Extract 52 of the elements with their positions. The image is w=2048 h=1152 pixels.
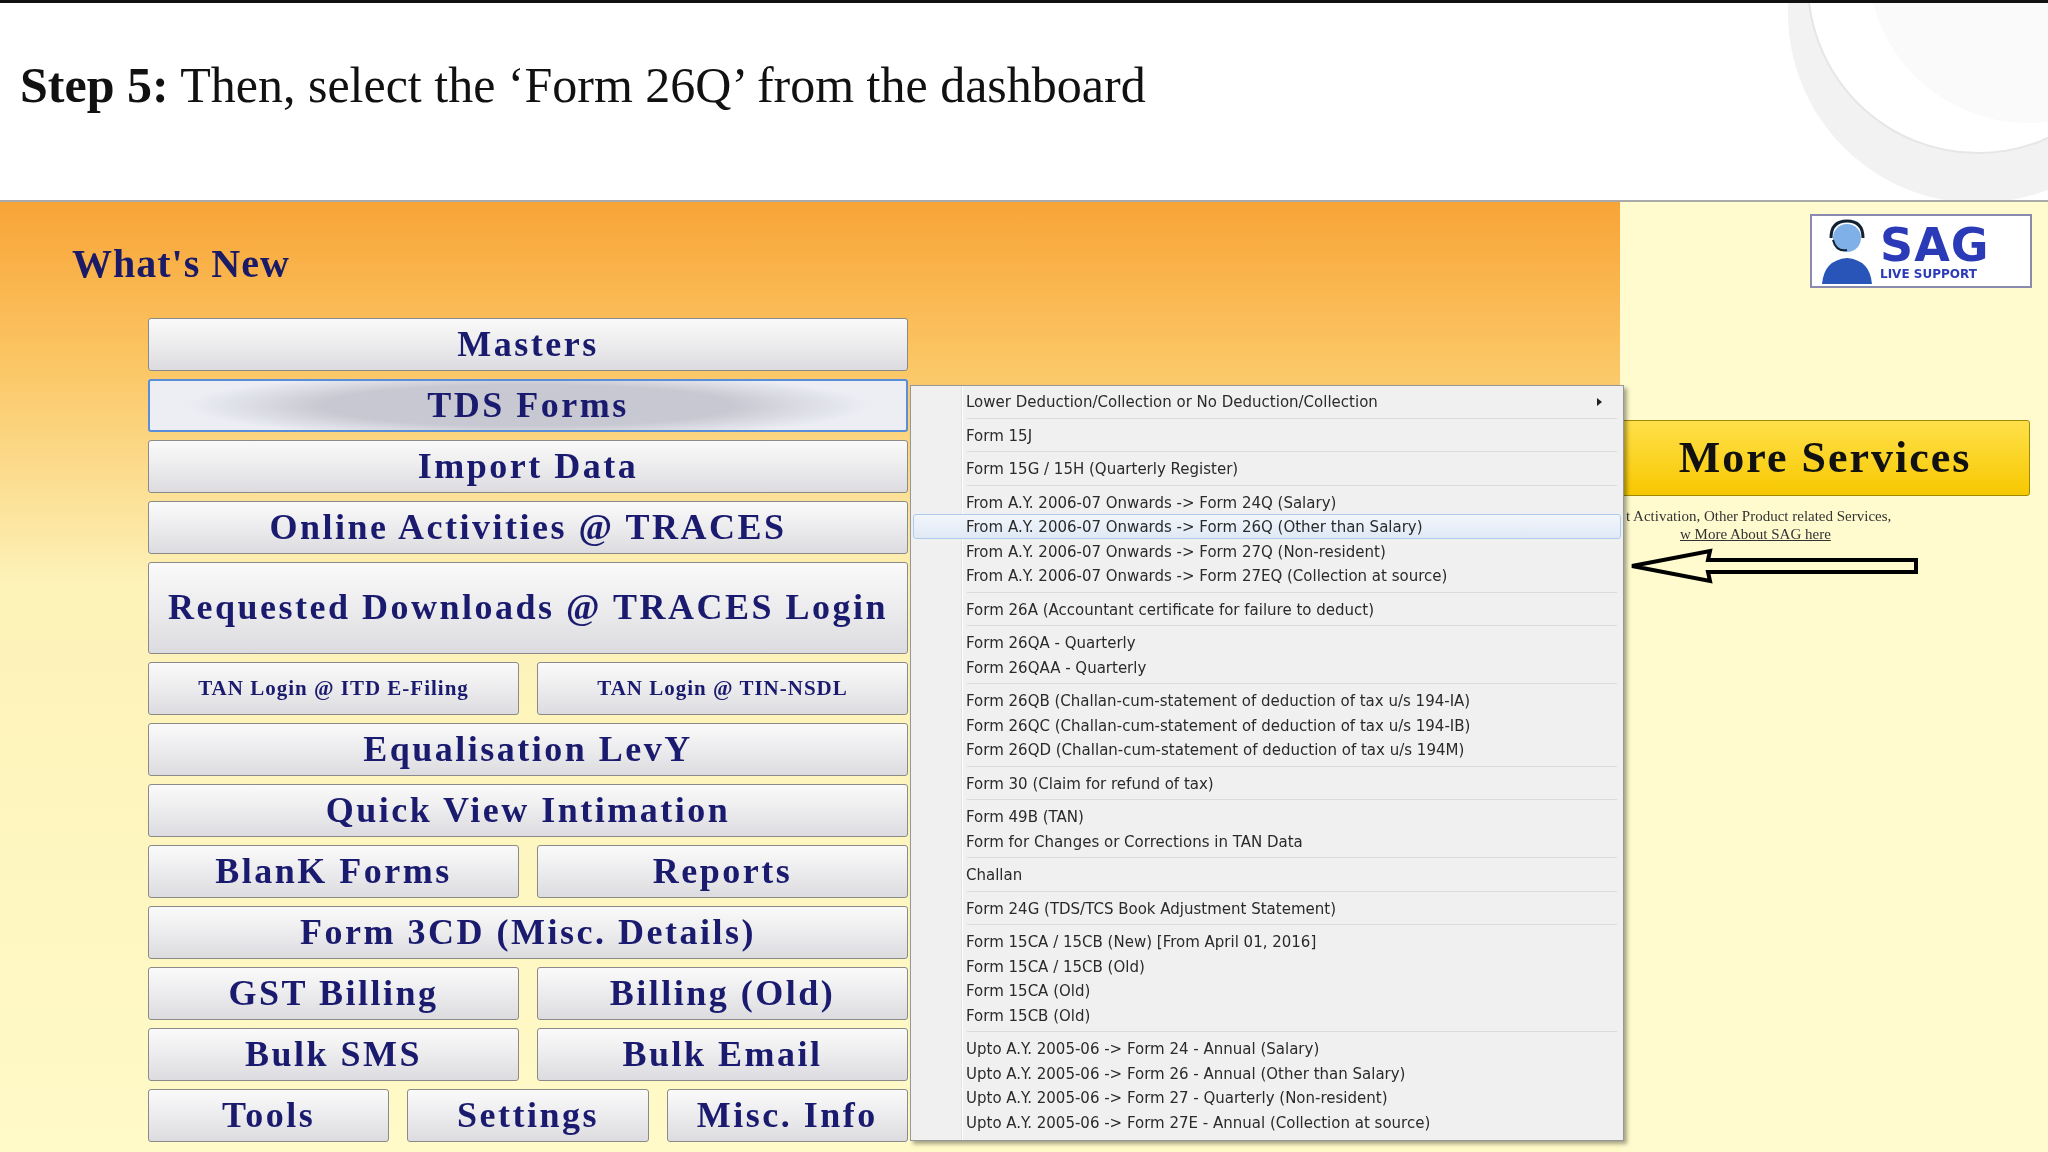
menu-item[interactable]: Upto A.Y. 2005-06 -> Form 27E - Annual (Collection at source) — [913, 1109, 1621, 1134]
menu-button[interactable]: Quick View Intimation — [148, 784, 908, 837]
menu-button[interactable]: Reports — [537, 845, 908, 898]
menu-button[interactable]: Settings — [407, 1089, 649, 1142]
menu-item[interactable]: Upto A.Y. 2005-06 -> Form 24 - Annual (Salary) — [913, 1036, 1621, 1061]
menu-button[interactable]: BlanK Forms — [148, 845, 519, 898]
menu-item[interactable]: Form 30 (Claim for refund of tax) — [913, 770, 1621, 795]
menu-item[interactable]: Form 26QAA - Quarterly — [913, 654, 1621, 679]
menu-item[interactable]: Form 15J — [913, 422, 1621, 447]
menu-item[interactable]: Form 26QD (Challan-cum-statement of deduction of tax u/s 194M) — [913, 737, 1621, 762]
menu-button[interactable]: Misc. Info — [666, 1089, 908, 1142]
menu-item[interactable]: Form 26QC (Challan-cum-statement of deduction of tax u/s 194-IB) — [913, 712, 1621, 737]
menu-button[interactable]: Bulk SMS — [148, 1028, 519, 1081]
menu-button[interactable]: Requested Downloads @ TRACES Login — [148, 562, 908, 654]
menu-button[interactable]: Billing (Old) — [537, 967, 908, 1020]
logo-title: SAG — [1880, 222, 1990, 268]
menu-item[interactable]: From A.Y. 2006-07 Onwards -> Form 27EQ (Collection at source) — [913, 563, 1621, 588]
menu-item[interactable]: Upto A.Y. 2005-06 -> Form 27 - Quarterly (Non-resident) — [913, 1085, 1621, 1110]
menu-item[interactable]: Challan — [913, 862, 1621, 887]
live-support-logo[interactable]: SAG LIVE SUPPORT — [1810, 214, 2032, 288]
menu-item[interactable]: Form 26QB (Challan-cum-statement of deduction of tax u/s 194-IA) — [913, 688, 1621, 713]
menu-item[interactable]: Form 26A (Accountant certificate for failure to deduct) — [913, 596, 1621, 621]
menu-item[interactable]: Form 26QA - Quarterly — [913, 630, 1621, 655]
menu-button[interactable]: TDS Forms — [148, 379, 908, 432]
menu-button[interactable]: Bulk Email — [537, 1028, 908, 1081]
menu-item[interactable]: Form for Changes or Corrections in TAN Data — [913, 828, 1621, 853]
menu-item[interactable]: Upto A.Y. 2005-06 -> Form 26 - Annual (Other than Salary) — [913, 1060, 1621, 1085]
menu-button[interactable]: Online Activities @ TRACES — [148, 501, 908, 554]
menu-item[interactable]: Form 15CA / 15CB (New) [From April 01, 2016] — [913, 929, 1621, 954]
menu-button[interactable]: GST Billing — [148, 967, 519, 1020]
whats-new-link[interactable]: What's New — [72, 234, 290, 294]
menu-button[interactable]: Form 3CD (Misc. Details) — [148, 906, 908, 959]
menu-item[interactable]: Form 49B (TAN) — [913, 804, 1621, 829]
menu-item[interactable]: Form 24G (TDS/TCS Book Adjustment Statement) — [913, 895, 1621, 920]
menu-button[interactable]: Equalisation LevY — [148, 723, 908, 776]
menu-item[interactable]: From A.Y. 2006-07 Onwards -> Form 26Q (Other than Salary) — [913, 514, 1621, 539]
menu-item[interactable]: Form 15CB (Old) — [913, 1002, 1621, 1027]
menu-item[interactable]: From A.Y. 2006-07 Onwards -> Form 24Q (Salary) — [913, 489, 1621, 514]
menu-button[interactable]: TAN Login @ TIN-NSDL — [537, 662, 908, 715]
menu-item[interactable]: Lower Deduction/Collection or No Deduction/Collection — [913, 389, 1621, 414]
menu-button[interactable]: Import Data — [148, 440, 908, 493]
know-more-link[interactable]: w More About SAG here — [1680, 523, 1831, 546]
menu-item[interactable]: Form 15CA (Old) — [913, 978, 1621, 1003]
slide-heading: Step 5: Then, select the ‘Form 26Q’ from the dashboard — [20, 56, 1146, 115]
menu-button[interactable]: Tools — [148, 1089, 390, 1142]
logo-subtitle: LIVE SUPPORT — [1880, 268, 1978, 280]
menu-item[interactable]: Form 15G / 15H (Quarterly Register) — [913, 456, 1621, 481]
menu-item[interactable]: From A.Y. 2006-07 Onwards -> Form 27Q (Non-resident) — [913, 538, 1621, 563]
menu-button[interactable]: TAN Login @ ITD E-Filing — [148, 662, 519, 715]
services-note: t Activation, Other Product related Services, — [1626, 507, 1892, 526]
menu-button[interactable]: Masters — [148, 318, 908, 371]
menu-item[interactable]: Form 15CA / 15CB (Old) — [913, 953, 1621, 978]
